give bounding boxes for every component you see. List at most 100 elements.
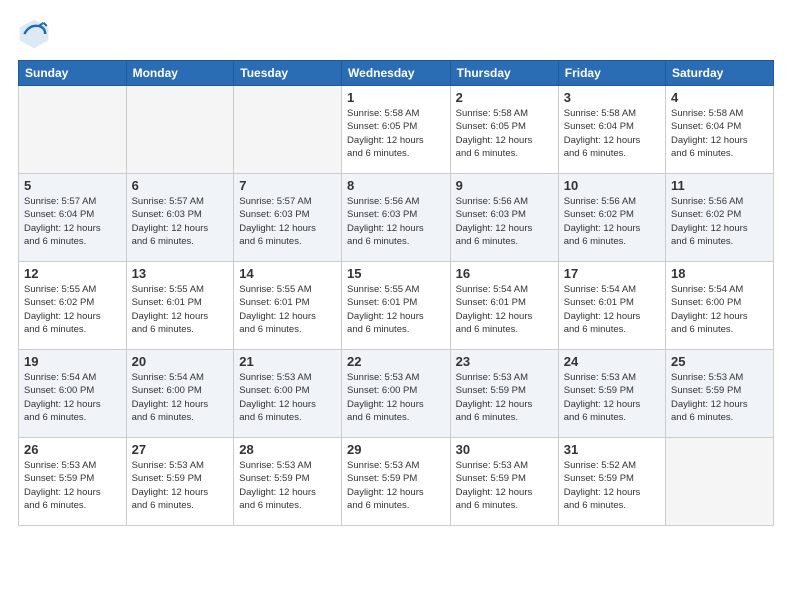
day-number: 13 <box>132 266 229 281</box>
day-number: 8 <box>347 178 445 193</box>
day-info: Sunrise: 5:53 AM Sunset: 5:59 PM Dayligh… <box>456 459 553 512</box>
calendar-day-cell: 13 Sunrise: 5:55 AM Sunset: 6:01 PM Dayli… <box>126 262 234 350</box>
calendar-day-cell: 24Sunrise: 5:53 AM Sunset: 5:59 PM Dayli… <box>558 350 665 438</box>
day-info: Sunrise: 5:56 AM Sunset: 6:03 PM Dayligh… <box>347 195 445 248</box>
day-info: Sunrise: 5:58 AM Sunset: 6:05 PM Dayligh… <box>456 107 553 160</box>
calendar-table: SundayMondayTuesdayWednesdayThursdayFrid… <box>18 60 774 526</box>
day-number: 14 <box>239 266 336 281</box>
calendar-week-row: 19 Sunrise: 5:54 AM Sunset: 6:00 PM Dayli… <box>19 350 774 438</box>
day-info: Sunrise: 5:58 AM Sunset: 6:05 PM Dayligh… <box>347 107 445 160</box>
calendar-day-cell: 22Sunrise: 5:53 AM Sunset: 6:00 PM Dayli… <box>342 350 451 438</box>
day-info: Sunrise: 5:53 AM Sunset: 5:59 PM Dayligh… <box>132 459 229 512</box>
day-number: 7 <box>239 178 336 193</box>
day-number: 22 <box>347 354 445 369</box>
calendar-header-row: SundayMondayTuesdayWednesdayThursdayFrid… <box>19 61 774 86</box>
day-info: Sunrise: 5:54 AM Sunset: 6:01 PM Dayligh… <box>456 283 553 336</box>
day-number: 28 <box>239 442 336 457</box>
day-number: 10 <box>564 178 660 193</box>
day-info: Sunrise: 5:53 AM Sunset: 5:59 PM Dayligh… <box>347 459 445 512</box>
calendar-day-cell: 7 Sunrise: 5:57 AM Sunset: 6:03 PM Daylig… <box>234 174 342 262</box>
logo <box>18 18 56 50</box>
day-header-tuesday: Tuesday <box>234 61 342 86</box>
day-header-saturday: Saturday <box>666 61 774 86</box>
day-header-friday: Friday <box>558 61 665 86</box>
day-info: Sunrise: 5:57 AM Sunset: 6:03 PM Dayligh… <box>239 195 336 248</box>
calendar-day-cell: 17 Sunrise: 5:54 AM Sunset: 6:01 PM Dayli… <box>558 262 665 350</box>
day-number: 3 <box>564 90 660 105</box>
calendar-day-cell: 28 Sunrise: 5:53 AM Sunset: 5:59 PM Dayli… <box>234 438 342 526</box>
calendar-day-cell: 9 Sunrise: 5:56 AM Sunset: 6:03 PM Daylig… <box>450 174 558 262</box>
day-info: Sunrise: 5:53 AM Sunset: 5:59 PM Dayligh… <box>671 371 768 424</box>
day-info: Sunrise: 5:56 AM Sunset: 6:02 PM Dayligh… <box>564 195 660 248</box>
day-number: 20 <box>132 354 229 369</box>
day-number: 4 <box>671 90 768 105</box>
day-number: 6 <box>132 178 229 193</box>
day-number: 12 <box>24 266 121 281</box>
calendar-day-cell: 20 Sunrise: 5:54 AM Sunset: 6:00 PM Dayli… <box>126 350 234 438</box>
calendar-week-row: 12Sunrise: 5:55 AM Sunset: 6:02 PM Dayli… <box>19 262 774 350</box>
day-number: 1 <box>347 90 445 105</box>
calendar-day-cell: 3 Sunrise: 5:58 AM Sunset: 6:04 PM Daylig… <box>558 86 665 174</box>
day-number: 29 <box>347 442 445 457</box>
calendar-day-cell: 30 Sunrise: 5:53 AM Sunset: 5:59 PM Dayli… <box>450 438 558 526</box>
calendar-day-cell: 2 Sunrise: 5:58 AM Sunset: 6:05 PM Daylig… <box>450 86 558 174</box>
day-info: Sunrise: 5:55 AM Sunset: 6:01 PM Dayligh… <box>347 283 445 336</box>
day-number: 15 <box>347 266 445 281</box>
day-info: Sunrise: 5:53 AM Sunset: 5:59 PM Dayligh… <box>239 459 336 512</box>
day-info: Sunrise: 5:54 AM Sunset: 6:00 PM Dayligh… <box>671 283 768 336</box>
day-number: 30 <box>456 442 553 457</box>
day-info: Sunrise: 5:55 AM Sunset: 6:01 PM Dayligh… <box>239 283 336 336</box>
day-number: 19 <box>24 354 121 369</box>
day-info: Sunrise: 5:52 AM Sunset: 5:59 PM Dayligh… <box>564 459 660 512</box>
day-number: 9 <box>456 178 553 193</box>
day-number: 25 <box>671 354 768 369</box>
day-number: 11 <box>671 178 768 193</box>
calendar-day-cell: 11 Sunrise: 5:56 AM Sunset: 6:02 PM Dayli… <box>666 174 774 262</box>
day-number: 16 <box>456 266 553 281</box>
calendar-day-cell: 4 Sunrise: 5:58 AM Sunset: 6:04 PM Daylig… <box>666 86 774 174</box>
day-info: Sunrise: 5:57 AM Sunset: 6:03 PM Dayligh… <box>132 195 229 248</box>
day-info: Sunrise: 5:53 AM Sunset: 6:00 PM Dayligh… <box>239 371 336 424</box>
day-info: Sunrise: 5:58 AM Sunset: 6:04 PM Dayligh… <box>564 107 660 160</box>
day-number: 23 <box>456 354 553 369</box>
calendar-day-cell: 16 Sunrise: 5:54 AM Sunset: 6:01 PM Dayli… <box>450 262 558 350</box>
calendar-week-row: 26Sunrise: 5:53 AM Sunset: 5:59 PM Dayli… <box>19 438 774 526</box>
calendar-week-row: 1 Sunrise: 5:58 AM Sunset: 6:05 PM Daylig… <box>19 86 774 174</box>
day-number: 17 <box>564 266 660 281</box>
calendar-day-cell: 31 Sunrise: 5:52 AM Sunset: 5:59 PM Dayli… <box>558 438 665 526</box>
day-info: Sunrise: 5:54 AM Sunset: 6:00 PM Dayligh… <box>24 371 121 424</box>
day-number: 2 <box>456 90 553 105</box>
day-header-wednesday: Wednesday <box>342 61 451 86</box>
calendar-day-cell: 29 Sunrise: 5:53 AM Sunset: 5:59 PM Dayli… <box>342 438 451 526</box>
calendar-day-cell: 8 Sunrise: 5:56 AM Sunset: 6:03 PM Daylig… <box>342 174 451 262</box>
day-info: Sunrise: 5:53 AM Sunset: 5:59 PM Dayligh… <box>456 371 553 424</box>
day-info: Sunrise: 5:55 AM Sunset: 6:01 PM Dayligh… <box>132 283 229 336</box>
day-header-sunday: Sunday <box>19 61 127 86</box>
calendar-day-cell: 5Sunrise: 5:57 AM Sunset: 6:04 PM Daylig… <box>19 174 127 262</box>
day-number: 27 <box>132 442 229 457</box>
day-number: 31 <box>564 442 660 457</box>
day-info: Sunrise: 5:58 AM Sunset: 6:04 PM Dayligh… <box>671 107 768 160</box>
calendar-day-cell <box>19 86 127 174</box>
calendar-day-cell: 18 Sunrise: 5:54 AM Sunset: 6:00 PM Dayli… <box>666 262 774 350</box>
day-info: Sunrise: 5:53 AM Sunset: 5:59 PM Dayligh… <box>24 459 121 512</box>
calendar-day-cell <box>234 86 342 174</box>
day-number: 5 <box>24 178 121 193</box>
calendar-day-cell: 1 Sunrise: 5:58 AM Sunset: 6:05 PM Daylig… <box>342 86 451 174</box>
page: SundayMondayTuesdayWednesdayThursdayFrid… <box>0 0 792 612</box>
logo-icon <box>18 18 50 50</box>
calendar-day-cell: 10 Sunrise: 5:56 AM Sunset: 6:02 PM Dayli… <box>558 174 665 262</box>
calendar-day-cell: 15 Sunrise: 5:55 AM Sunset: 6:01 PM Dayli… <box>342 262 451 350</box>
day-info: Sunrise: 5:56 AM Sunset: 6:03 PM Dayligh… <box>456 195 553 248</box>
day-info: Sunrise: 5:54 AM Sunset: 6:00 PM Dayligh… <box>132 371 229 424</box>
calendar-day-cell <box>126 86 234 174</box>
calendar-day-cell: 25 Sunrise: 5:53 AM Sunset: 5:59 PM Dayli… <box>666 350 774 438</box>
calendar-day-cell: 23 Sunrise: 5:53 AM Sunset: 5:59 PM Dayli… <box>450 350 558 438</box>
day-number: 18 <box>671 266 768 281</box>
day-info: Sunrise: 5:54 AM Sunset: 6:01 PM Dayligh… <box>564 283 660 336</box>
day-info: Sunrise: 5:56 AM Sunset: 6:02 PM Dayligh… <box>671 195 768 248</box>
calendar-day-cell: 12Sunrise: 5:55 AM Sunset: 6:02 PM Dayli… <box>19 262 127 350</box>
calendar-day-cell: 14 Sunrise: 5:55 AM Sunset: 6:01 PM Dayli… <box>234 262 342 350</box>
calendar-day-cell: 6 Sunrise: 5:57 AM Sunset: 6:03 PM Daylig… <box>126 174 234 262</box>
calendar-day-cell: 21Sunrise: 5:53 AM Sunset: 6:00 PM Dayli… <box>234 350 342 438</box>
